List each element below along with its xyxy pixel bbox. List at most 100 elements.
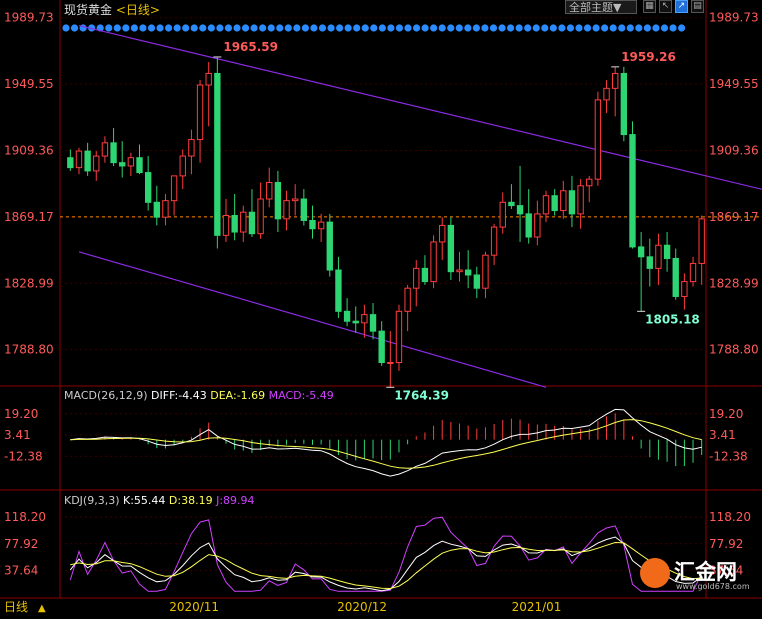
candle-body [144,172,152,203]
candle-body [473,274,480,289]
event-marker [652,24,660,32]
candle-body [586,178,593,187]
candle-body [560,190,567,212]
event-marker [549,24,557,32]
kdj-tick-right: 77.92 [709,537,743,551]
candle-body [335,269,342,312]
period-label[interactable]: <日线> [116,3,160,17]
chart-mode-icon[interactable]: ↗ [675,0,688,13]
event-marker [421,24,429,32]
event-marker [182,24,190,32]
price-tick-left: 1869.17 [4,210,54,224]
extreme-label: 1965.59 [223,40,278,54]
event-marker [395,24,404,32]
candle-body [603,87,610,101]
event-marker [105,24,113,32]
d-value: D:38.19 [168,494,213,507]
kdj-legend: KDJ(9,3,3) K:55.44 D:38.19 J:89.94 [64,494,255,507]
candle-body [542,195,550,215]
candle-body [93,155,100,172]
candle-body [620,72,628,136]
candle-body [447,224,455,273]
event-marker [293,24,301,32]
event-marker [669,24,677,32]
d-line [70,541,702,590]
event-marker [173,24,181,32]
channel-line [78,251,547,388]
chart-svg: 1989.73 1989.73 1949.55 1949.55 1909.36 1909.… [0,0,762,614]
event-marker [361,24,369,32]
kdj-tick-left: 77.92 [4,537,38,551]
candle-body [413,267,420,289]
j-value: J:89.94 [216,494,255,507]
candle-body [309,219,316,230]
candle-body [369,314,377,332]
candle-body [101,142,109,157]
event-marker [370,24,378,32]
theme-select[interactable]: 全部主题▼ [565,0,637,14]
grid-icon[interactable]: ▦ [643,0,656,13]
event-marker [165,24,173,32]
event-marker [404,24,412,32]
price-tick-left: 1989.73 [4,11,54,25]
extreme-label: 1959.26 [621,50,676,64]
event-marker [558,24,566,32]
candle-body [663,244,671,259]
event-marker [199,24,207,32]
j-line [69,516,703,592]
date-label: 2020/11 [169,600,219,614]
price-tick-right: 1828.99 [709,276,759,290]
candle-body [67,157,74,169]
event-marker [643,24,652,32]
dea-value: DEA:-1.69 [210,389,266,402]
event-marker [122,24,130,32]
date-label: 2021/01 [512,600,562,614]
event-marker [156,24,164,32]
cursor-icon[interactable]: ↖ [659,0,672,13]
candle-body [179,155,186,177]
period-tab: 日线 [4,600,28,614]
event-marker [276,24,284,32]
candle-body [525,213,532,238]
candle-body [162,200,169,218]
event-marker [378,24,386,32]
event-marker [250,24,258,32]
candle-body [404,287,411,312]
price-tick-right: 1788.80 [709,343,759,357]
candle-body [612,72,619,89]
macd-tick-right: 3.41 [709,428,736,442]
macd-tick-left: -12.38 [4,449,43,463]
candle-body [257,198,264,235]
candle-body [292,198,299,202]
event-marker [438,24,446,32]
event-marker [524,24,532,32]
candle-body [698,218,705,264]
event-marker [301,24,309,32]
candle-body [421,267,429,283]
panel-icon[interactable]: ▤ [691,0,704,13]
instrument-name: 现货黄金 [64,3,113,17]
candle-body [240,211,247,233]
diff-value: DIFF:-4.43 [151,389,207,402]
candle-body [361,314,368,324]
macd-value: MACD:-5.49 [268,389,334,402]
candle-body [266,181,273,200]
instrument-title: 现货黄金 <日线> [64,1,160,18]
event-marker [430,24,438,32]
candle-body [672,257,679,297]
event-marker [241,24,250,32]
event-marker [336,24,344,32]
candle-body [317,221,325,230]
event-marker [464,24,472,32]
candle-body [646,256,653,269]
event-marker [310,24,318,32]
candle-body [352,320,359,324]
macd-tick-left: 19.20 [4,407,38,421]
event-marker [660,24,669,32]
candle-body [119,162,126,167]
event-marker [481,24,489,32]
candle-body [629,134,636,248]
candle-body [136,157,143,174]
kdj-tick-left: 118.20 [4,510,46,524]
event-marker [353,24,361,32]
